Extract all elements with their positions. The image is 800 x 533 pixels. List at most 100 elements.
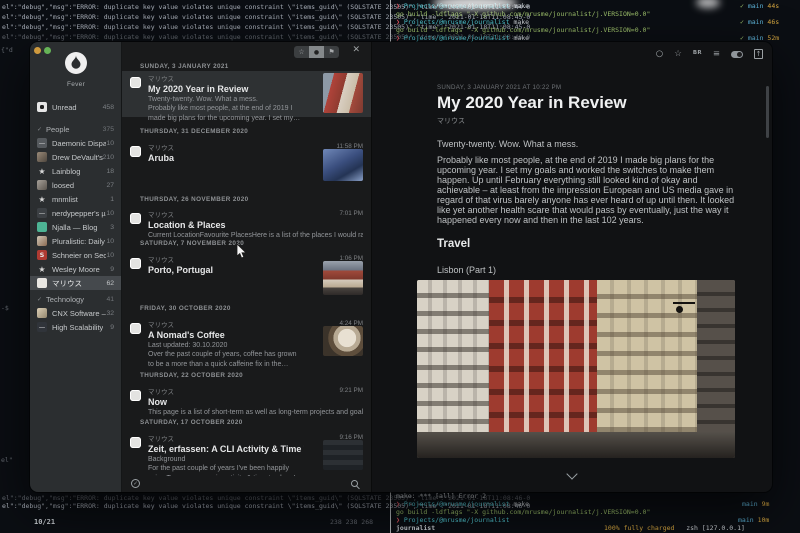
- desktop: el":"debug","msg":"ERROR: duplicate key …: [0, 0, 800, 533]
- unread-checkbox[interactable]: [130, 146, 141, 157]
- sidebar-item-feed[interactable]: — High Scalability 9: [30, 320, 121, 334]
- sidebar-section-people[interactable]: ✓ People 375: [30, 123, 121, 136]
- unread-checkbox[interactable]: [130, 323, 141, 334]
- git-status: ✓ main 44s: [740, 3, 779, 10]
- unread-checkbox[interactable]: [130, 213, 141, 224]
- tmux-pane-indicator: 10/21: [34, 519, 55, 526]
- date-group-header: THURSDAY, 22 OCTOBER 2020: [140, 372, 363, 379]
- article-heading-travel: Travel: [437, 238, 470, 250]
- unread-checkbox[interactable]: [130, 258, 141, 269]
- star-favicon: ★: [37, 264, 47, 274]
- terminal-build-line: go build -ldflags "-X github.com/mrusme/…: [396, 11, 650, 18]
- browser-view-icon[interactable]: BR: [693, 51, 702, 57]
- search-icon[interactable]: [351, 480, 358, 487]
- appearance-toggle-icon[interactable]: [731, 51, 743, 58]
- article-title: My 2020 Year in Review: [437, 93, 627, 113]
- prompt-icon: ❯: [396, 18, 400, 26]
- unread-filter-button[interactable]: ●: [309, 46, 324, 58]
- sidebar-item-feed[interactable]: loosed 27: [30, 178, 121, 192]
- unread-count: 458: [103, 104, 114, 111]
- feed-favicon: [37, 278, 47, 288]
- terminal-edge-fragment: el": [1, 457, 13, 464]
- flagged-filter-button[interactable]: ⚑: [324, 46, 339, 58]
- list-item[interactable]: マリウス Location & Places Current LocationF…: [122, 207, 371, 233]
- git-status: ✓ main 52m: [740, 35, 779, 42]
- git-status: main 10m: [738, 517, 769, 524]
- date-group-header: SATURDAY, 7 NOVEMBER 2020: [140, 240, 363, 247]
- mark-all-read-icon[interactable]: ✓: [131, 479, 140, 488]
- sidebar-item-feed[interactable]: Njalla — Blog 3: [30, 220, 121, 234]
- share-icon[interactable]: ↑: [754, 49, 763, 59]
- prompt-icon: ❯: [396, 516, 400, 524]
- mark-unread-icon[interactable]: ○: [656, 50, 663, 59]
- sidebar-item-feed[interactable]: ★ Wesley Moore 9: [30, 262, 121, 276]
- article-paragraph: Lisbon (Part 1): [437, 265, 496, 275]
- sidebar-item-unread[interactable]: Unread 458: [30, 100, 121, 114]
- sidebar-item-feed[interactable]: ★ mnmlist 1: [30, 192, 121, 206]
- unread-icon: [37, 102, 47, 112]
- terminal-build-line: go build -ldflags "-X github.com/mrusme/…: [396, 509, 650, 516]
- article-thumbnail: [323, 73, 363, 113]
- sidebar-item-feed[interactable]: Drew DeVault's blog 210: [30, 150, 121, 164]
- text-settings-icon[interactable]: ≡: [713, 50, 720, 59]
- fever-logo: Fever: [30, 51, 122, 88]
- fever-window: Fever Unread 458 ✓ People 375 — Daemonic…: [30, 42, 772, 492]
- sidebar-item-feed[interactable]: Pluralistic: Daily links... 10: [30, 234, 121, 248]
- list-item[interactable]: マリウス Now This page is a list of short-te…: [122, 384, 371, 408]
- section-collapse-icon: ✓: [37, 126, 42, 133]
- feed-favicon: S: [37, 250, 47, 260]
- unread-dot-icon: ●: [314, 49, 319, 56]
- battery-status: 100% fully charged: [604, 524, 674, 532]
- sidebar-item-feed[interactable]: — Daemonic Dispatches 10: [30, 136, 121, 150]
- shell-status: zsh [127.0.0.1]: [686, 524, 745, 532]
- prompt-icon: ❯: [396, 34, 400, 42]
- sidebar-item-feed[interactable]: CNX Software – Emb... 32: [30, 306, 121, 320]
- unread-checkbox[interactable]: [130, 390, 141, 401]
- tmux-pane-numbers: 238 238 268: [330, 519, 373, 526]
- terminal-pane-divider: [390, 488, 391, 533]
- chevron-down-icon[interactable]: [566, 468, 577, 479]
- terminal-prompt-line: ❯ Projects/@mrusme/journalist: [396, 517, 510, 524]
- sidebar-item-feed[interactable]: S Schneier on Security 10: [30, 248, 121, 262]
- feed-favicon: —: [37, 208, 47, 218]
- sidebar-item-feed[interactable]: ★ Lainblog 18: [30, 164, 121, 178]
- sidebar-item-feed-selected[interactable]: マリウス 62: [30, 276, 121, 290]
- street-lamp: [673, 302, 695, 304]
- sidebar-section-technology[interactable]: ✓ Technology 41: [30, 293, 121, 306]
- list-item[interactable]: マリウス Zeit, erfassen: A CLI Activity & Ti…: [122, 431, 371, 473]
- list-footer: ✓: [122, 476, 371, 492]
- feed-favicon: —: [37, 138, 47, 148]
- reader-scrollbar[interactable]: [766, 86, 769, 138]
- list-item[interactable]: マリウス Aruba 11:58 PM: [122, 140, 371, 180]
- article-list-pane: ☆ ● ⚑ ✕ SUNDAY, 3 JANUARY 2021 マリウス My 2…: [122, 42, 372, 492]
- article-meta: SUNDAY, 3 JANUARY 2021 AT 10:22 PM: [437, 84, 561, 91]
- feed-favicon: [37, 308, 47, 318]
- article-thumbnail: [323, 149, 363, 181]
- terminal-build-line: go build -ldflags "-X github.com/mrusme/…: [396, 27, 650, 34]
- list-item-selected[interactable]: マリウス My 2020 Year in Review Twenty-twent…: [122, 71, 371, 117]
- date-group-header: SATURDAY, 17 OCTOBER 2020: [140, 419, 363, 426]
- unread-checkbox[interactable]: [130, 77, 141, 88]
- date-group-header: FRIDAY, 30 OCTOBER 2020: [140, 305, 363, 312]
- star-favicon: ★: [37, 166, 47, 176]
- close-icon[interactable]: ✕: [352, 45, 360, 55]
- list-toolbar: ☆ ● ⚑ ✕: [122, 42, 371, 62]
- article-thumbnail: [323, 440, 363, 470]
- star-icon: ☆: [298, 48, 304, 56]
- terminal-status-bar: 100% fully charged zsh [127.0.0.1]: [604, 525, 745, 532]
- unread-checkbox[interactable]: [130, 437, 141, 448]
- sidebar-item-feed[interactable]: — nerdypepper's µblog 10: [30, 206, 121, 220]
- star-icon[interactable]: ☆: [674, 50, 682, 59]
- date-group-header: THURSDAY, 31 DECEMBER 2020: [140, 128, 363, 135]
- terminal-prompt-line: ❯ Projects/@mrusme/journalist make: [396, 35, 529, 42]
- prompt-icon: ❯: [396, 500, 400, 508]
- section-collapse-icon: ✓: [37, 296, 42, 303]
- starred-filter-button[interactable]: ☆: [294, 46, 309, 58]
- list-item[interactable]: マリウス A Nomad's Coffee Last updated: 30.1…: [122, 317, 371, 355]
- typed-command[interactable]: journalist: [396, 525, 435, 532]
- app-name: Fever: [30, 81, 122, 88]
- reader-toolbar: ○ ☆ BR ≡ ↑: [656, 49, 763, 59]
- article-thumbnail: [323, 326, 363, 356]
- reader-pane: ○ ☆ BR ≡ ↑ SUNDAY, 3 JANUARY 2021 AT 10:…: [372, 42, 772, 492]
- sidebar-nav: Unread 458 ✓ People 375 — Daemonic Dispa…: [30, 100, 121, 334]
